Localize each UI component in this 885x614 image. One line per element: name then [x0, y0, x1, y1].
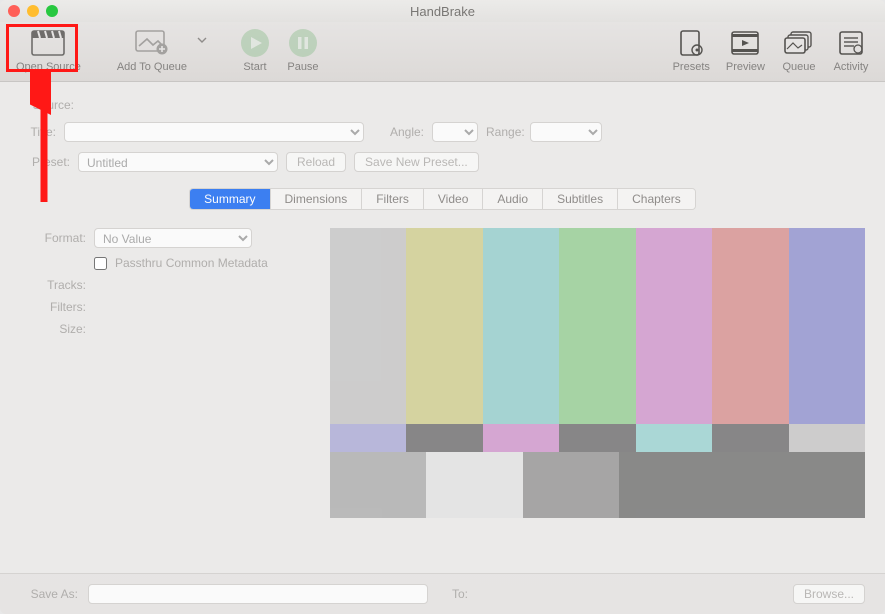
angle-select[interactable]: [432, 122, 478, 142]
to-label: To:: [438, 587, 468, 601]
annotation-highlight: [6, 24, 78, 72]
filters-summary-label: Filters:: [26, 300, 86, 314]
pause-label: Pause: [287, 61, 318, 73]
tabs: Summary Dimensions Filters Video Audio S…: [20, 188, 865, 210]
tracks-label: Tracks:: [26, 278, 86, 292]
save-as-label: Save As:: [20, 587, 78, 601]
title-select[interactable]: [64, 122, 364, 142]
activity-list-icon: [838, 26, 864, 60]
tab-chapters[interactable]: Chapters: [618, 189, 695, 209]
queue-button[interactable]: Queue: [775, 24, 823, 75]
annotation-arrow: [30, 72, 70, 212]
range-label: Range:: [486, 125, 522, 139]
pause-button[interactable]: Pause: [279, 24, 327, 75]
titlebar: HandBrake: [0, 0, 885, 22]
stack-images-icon: [784, 26, 814, 60]
queue-label: Queue: [782, 61, 815, 73]
reload-button[interactable]: Reload: [286, 152, 346, 172]
add-to-queue-button[interactable]: Add To Queue: [111, 24, 193, 75]
save-new-preset-button[interactable]: Save New Preset...: [354, 152, 479, 172]
filmstrip-play-icon: [730, 26, 760, 60]
image-plus-icon: [135, 26, 169, 60]
preview-thumbnail: [330, 228, 865, 518]
size-label: Size:: [26, 322, 86, 336]
toolbar: Open Source Add To Queue Start Pause: [0, 22, 885, 82]
passthru-label: Passthru Common Metadata: [115, 256, 268, 270]
pause-icon: [288, 26, 318, 60]
tab-subtitles[interactable]: Subtitles: [543, 189, 618, 209]
tab-audio[interactable]: Audio: [483, 189, 543, 209]
passthru-checkbox[interactable]: [94, 257, 107, 270]
preview-label: Preview: [726, 61, 765, 73]
save-as-input[interactable]: [88, 584, 428, 604]
format-label: Format:: [26, 231, 86, 245]
activity-button[interactable]: Activity: [827, 24, 875, 75]
window: HandBrake Open Source Add To Queue Start: [0, 0, 885, 614]
range-select[interactable]: [530, 122, 602, 142]
tab-dimensions[interactable]: Dimensions: [271, 189, 363, 209]
browse-button[interactable]: Browse...: [793, 584, 865, 604]
format-select[interactable]: No Value: [94, 228, 252, 248]
preview-button[interactable]: Preview: [720, 24, 771, 75]
save-row: Save As: To: Browse...: [0, 573, 885, 614]
start-label: Start: [243, 61, 266, 73]
document-gear-icon: [678, 26, 704, 60]
preset-select[interactable]: Untitled: [78, 152, 278, 172]
activity-label: Activity: [834, 61, 869, 73]
summary-panel: Format: No Value Passthru Common Metadat…: [20, 228, 316, 344]
play-icon: [240, 26, 270, 60]
presets-button[interactable]: Presets: [667, 24, 716, 75]
tab-filters[interactable]: Filters: [362, 189, 424, 209]
angle-label: Angle:: [388, 125, 424, 139]
presets-label: Presets: [673, 61, 710, 73]
tab-video[interactable]: Video: [424, 189, 483, 209]
window-title: HandBrake: [0, 4, 885, 19]
add-to-queue-dropdown[interactable]: [197, 24, 207, 61]
add-to-queue-label: Add To Queue: [117, 61, 187, 73]
start-button[interactable]: Start: [231, 24, 279, 75]
content-area: Source: Title: Angle: Range: Preset: Unt…: [0, 82, 885, 573]
tab-summary[interactable]: Summary: [190, 189, 270, 209]
